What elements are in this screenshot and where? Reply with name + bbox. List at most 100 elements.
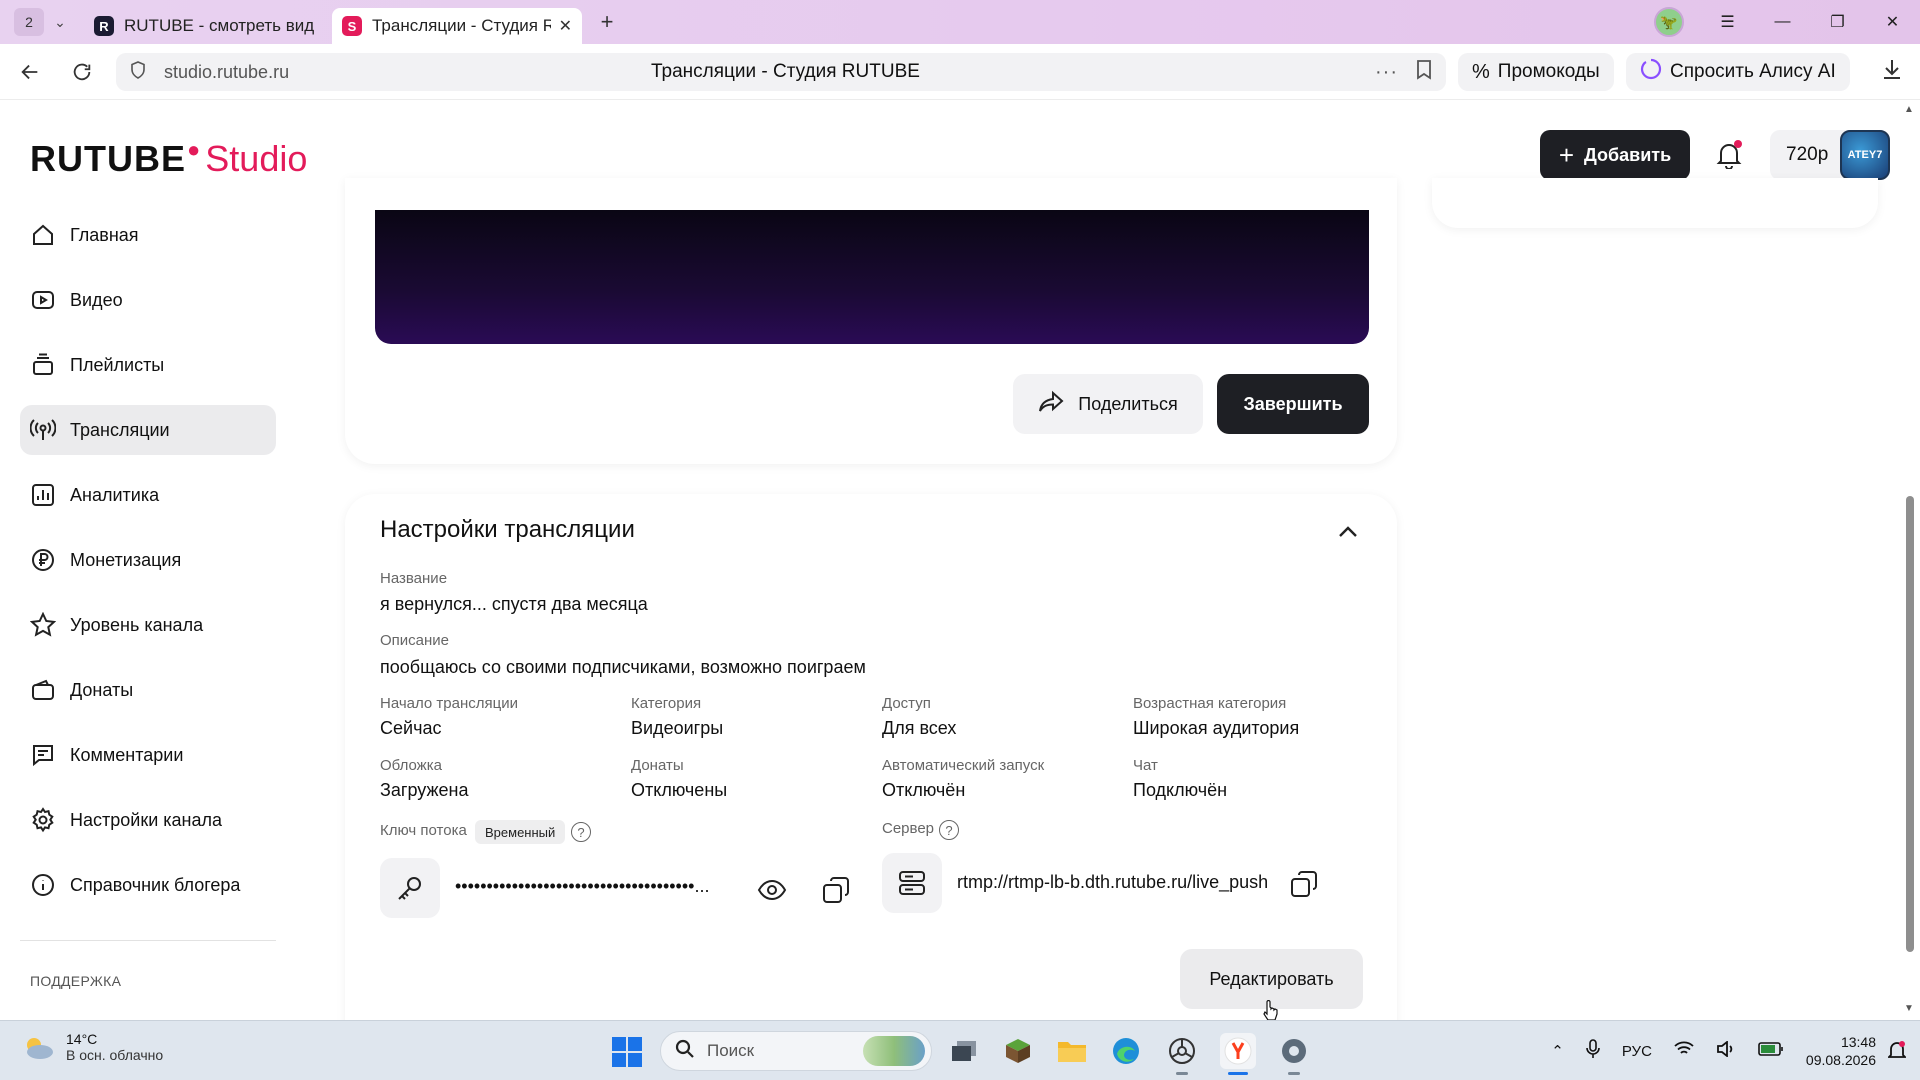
show-key-eye-icon[interactable] [754, 872, 790, 908]
notifications-bell-icon[interactable] [1712, 138, 1746, 172]
sidebar-item-video[interactable]: Видео [20, 275, 276, 325]
server-label: Сервер [882, 820, 935, 837]
search-icon [675, 1039, 695, 1064]
sidebar-item-broadcasts[interactable]: Трансляции [20, 405, 276, 455]
yandex-browser-icon[interactable] [1220, 1033, 1256, 1075]
sidebar-item-comments[interactable]: Комментарии [20, 730, 276, 780]
edge-browser-icon[interactable] [1108, 1033, 1144, 1069]
browser-tab-studio[interactable]: S Трансляции - Студия R ✕ [332, 8, 582, 44]
sidebar-item-donations[interactable]: Донаты [20, 665, 276, 715]
sidebar-item-channel-level[interactable]: Уровень канала [20, 600, 276, 650]
scroll-down-arrow-icon[interactable]: ▼ [1904, 1003, 1914, 1014]
tab-list-chevron-icon[interactable]: ⌄ [44, 8, 76, 36]
copy-server-icon[interactable] [1286, 866, 1322, 902]
reload-icon[interactable] [60, 50, 104, 94]
sidebar-item-analytics[interactable]: Аналитика [20, 470, 276, 520]
sidebar-item-label: Главная [70, 224, 139, 245]
input-language[interactable]: РУС [1622, 1043, 1652, 1060]
rutube-studio-logo[interactable]: RUTUBE ● Studio [30, 137, 308, 180]
new-tab-button[interactable]: + [592, 7, 622, 37]
microphone-icon[interactable] [1586, 1039, 1600, 1063]
task-view-icon[interactable] [946, 1033, 982, 1069]
battery-icon[interactable] [1758, 1042, 1784, 1060]
download-icon[interactable] [1882, 58, 1902, 86]
sidebar-item-label: Трансляции [70, 419, 170, 440]
category-label: Категория [631, 695, 702, 712]
tab-label: Трансляции - Студия R [372, 16, 551, 35]
restore-window-icon[interactable]: ❐ [1810, 0, 1865, 44]
notification-dot [1734, 140, 1742, 148]
taskbar-search-input[interactable]: Поиск [660, 1031, 932, 1071]
promocodes-button[interactable]: % Промокоды [1458, 53, 1614, 91]
browser-tab-rutube[interactable]: R RUTUBE - смотреть виде [84, 8, 324, 44]
donations-value: Отключены [631, 780, 728, 800]
browser-menu-icon[interactable]: ☰ [1700, 0, 1755, 44]
logo-sub: Studio [205, 138, 308, 179]
scrollbar-thumb[interactable] [1906, 496, 1914, 952]
minimize-window-icon[interactable]: — [1755, 0, 1810, 44]
stream-key-label: Ключ потока [380, 822, 467, 839]
add-button[interactable]: + Добавить [1540, 130, 1690, 180]
sidebar-item-label: Видео [70, 289, 123, 310]
start-label: Начало трансляции [380, 695, 518, 712]
share-button[interactable]: Поделиться [1013, 374, 1203, 434]
back-arrow-icon[interactable] [8, 50, 52, 94]
sidebar-item-label: Монетизация [70, 549, 182, 570]
copy-key-icon[interactable] [818, 872, 854, 908]
wifi-icon[interactable] [1674, 1041, 1694, 1061]
minecraft-icon[interactable] [1000, 1033, 1036, 1069]
server-help-icon[interactable]: ? [939, 820, 959, 840]
search-placeholder: Поиск [707, 1041, 755, 1060]
server-url-value: rtmp://rtmp-lb-b.dth.rutube.ru/live_push [957, 872, 1269, 892]
autostart-label: Автоматический запуск [882, 757, 1045, 774]
weather-widget[interactable]: 14°C В осн. облачно [20, 1031, 163, 1063]
file-explorer-icon[interactable] [1054, 1033, 1090, 1069]
url-field[interactable]: studio.rutube.ru Трансляции - Студия RUT… [116, 53, 1446, 91]
sidebar-item-home[interactable]: Главная [20, 210, 276, 260]
ask-alice-button[interactable]: Спросить Алису AI [1626, 53, 1850, 91]
weather-temp: 14°C [66, 1031, 98, 1047]
add-label: Добавить [1584, 144, 1672, 165]
sidebar-item-label: Уровень канала [70, 614, 204, 635]
tab-count-badge[interactable]: 2 [14, 8, 44, 36]
finish-stream-button[interactable]: Завершить [1217, 374, 1369, 434]
chrome-like-app-icon[interactable] [1164, 1033, 1200, 1075]
studio-favicon-icon: S [342, 16, 362, 36]
close-tab-icon[interactable]: ✕ [559, 16, 572, 36]
gear-icon [30, 807, 56, 833]
sidebar-item-monetization[interactable]: Монетизация [20, 535, 276, 585]
sidebar-item-label: Донаты [70, 679, 134, 700]
active-indicator [1228, 1072, 1248, 1075]
windows-start-icon[interactable] [612, 1037, 642, 1067]
profile-avatar-icon[interactable]: 🦖 [1654, 7, 1684, 37]
system-clock[interactable]: 13:48 09.08.2026 [1806, 1033, 1876, 1069]
sidebar-item-channel-settings[interactable]: Настройки канала [20, 795, 276, 845]
age-category-label: Возрастная категория [1133, 695, 1287, 712]
analytics-icon [30, 482, 56, 508]
clock-date: 09.08.2026 [1805, 1052, 1876, 1068]
volume-icon[interactable] [1716, 1040, 1736, 1061]
bookmark-icon[interactable] [1416, 59, 1432, 85]
description-value: пообщаюсь со своими подписчиками, возмож… [380, 657, 866, 677]
scroll-up-arrow-icon[interactable]: ▲ [1904, 104, 1914, 115]
alice-icon [1640, 58, 1662, 86]
collapse-chevron-up-icon[interactable] [1334, 518, 1362, 546]
server-icon [882, 853, 942, 913]
share-icon [1038, 390, 1064, 419]
sidebar-item-blogger-guide[interactable]: Справочник блогера [20, 860, 276, 910]
stream-key-help-icon[interactable]: ? [571, 822, 591, 842]
settings-app-icon[interactable] [1276, 1033, 1312, 1075]
more-dots-icon[interactable]: ··· [1375, 61, 1398, 84]
comment-icon [30, 742, 56, 768]
home-icon [30, 222, 56, 248]
cover-value: Загружена [380, 780, 469, 800]
stream-video-player[interactable] [375, 210, 1369, 344]
sidebar-item-playlists[interactable]: Плейлисты [20, 340, 276, 390]
channel-avatar[interactable]: ATEY7 [1840, 130, 1890, 180]
playlist-icon [30, 352, 56, 378]
access-label: Доступ [882, 695, 931, 712]
notification-center-icon[interactable] [1886, 1041, 1908, 1066]
close-window-icon[interactable]: ✕ [1865, 0, 1920, 44]
tray-chevron-up-icon[interactable]: ⌃ [1551, 1042, 1564, 1060]
sidebar-nav: Главная Видео Плейлисты Трансляции Анали… [20, 210, 276, 925]
